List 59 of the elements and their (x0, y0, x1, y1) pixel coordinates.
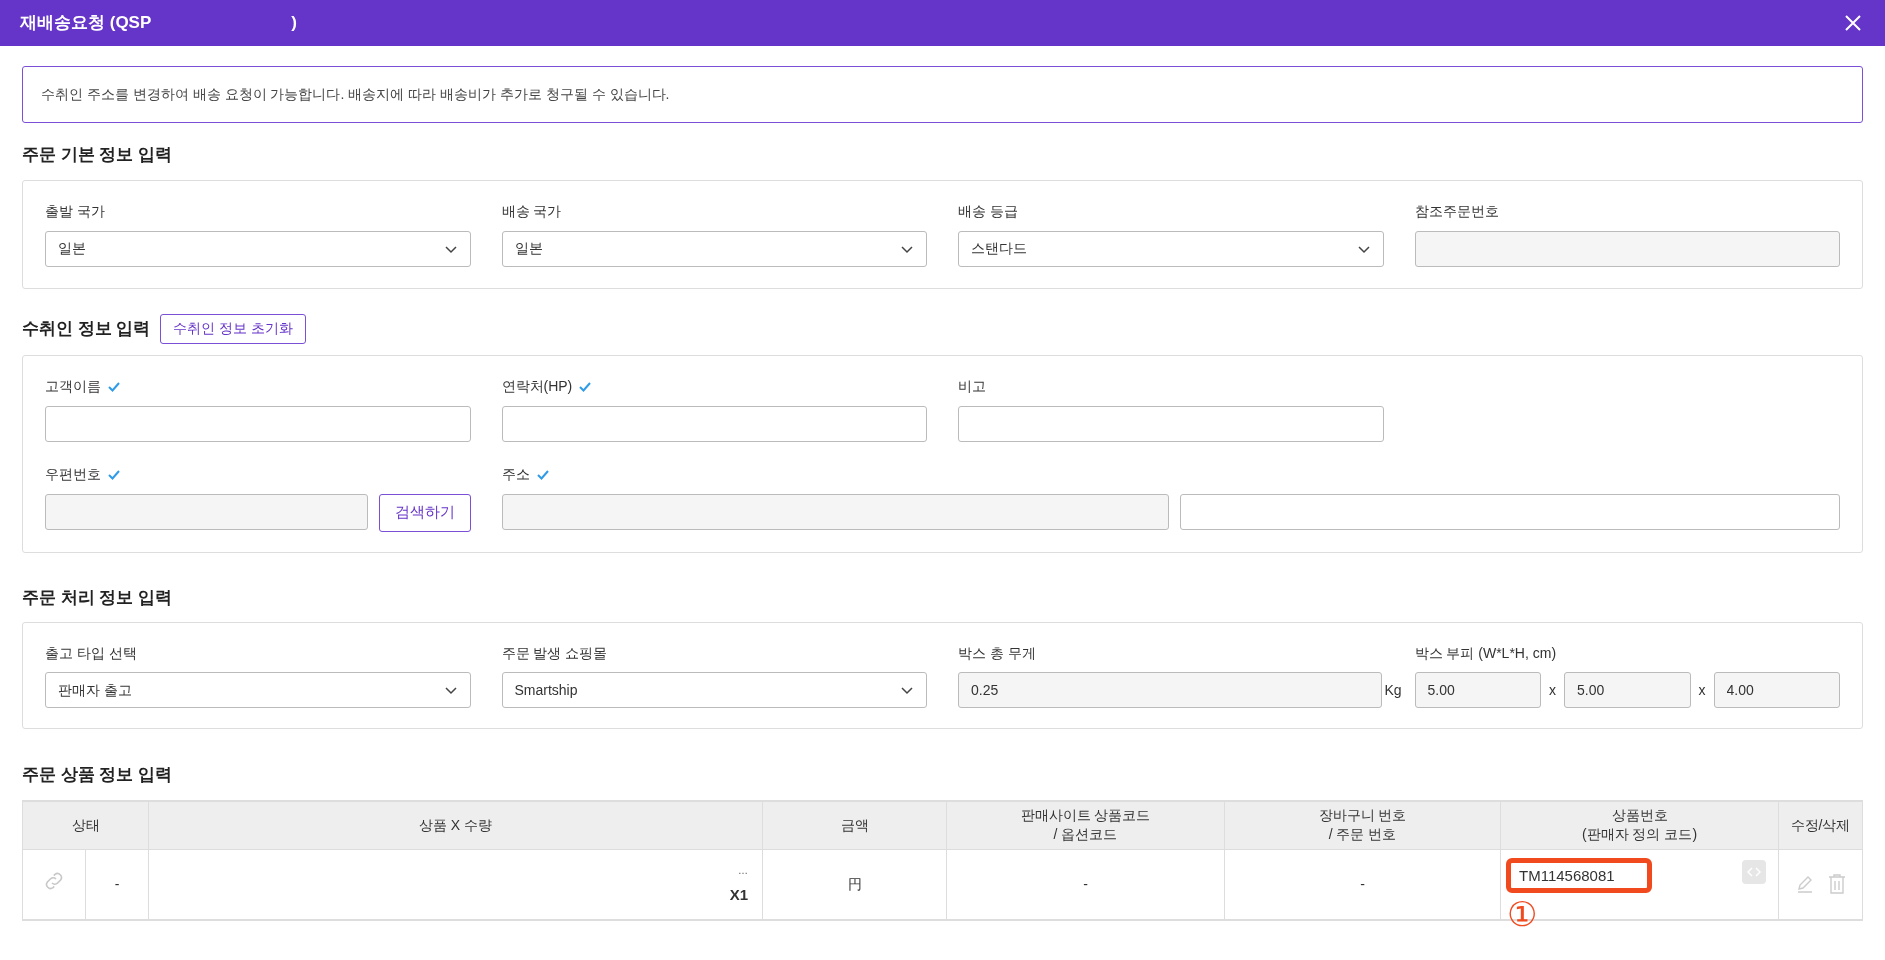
field-label: 배송 등급 (958, 202, 1018, 221)
field-label: 박스 부피 (W*L*H, cm) (1414, 643, 1557, 663)
input-field[interactable] (1179, 493, 1840, 530)
separator-text: x (1549, 680, 1556, 700)
input-field[interactable]: 5.00 (1564, 672, 1691, 708)
field-label: 박스 총 무게 (958, 643, 1036, 663)
quantity-text: X1 (729, 884, 748, 905)
section-title: 수취인 정보 입력 (22, 317, 151, 340)
annotation-marker: ① (1507, 894, 1537, 934)
table-cell-text: - (1083, 875, 1088, 892)
code-icon (1747, 865, 1761, 879)
product-name: … (738, 863, 748, 878)
field-label: 배송 국가 (501, 202, 562, 221)
input-field[interactable] (1414, 230, 1840, 267)
input-field[interactable] (958, 405, 1384, 442)
column-header: 장바구니 번호 / 주문 번호 (1224, 800, 1501, 850)
window-title: 재배송요청 (QSP (20, 12, 152, 35)
column-header: 상태 (22, 800, 149, 850)
unit-label: Kg (1384, 680, 1402, 700)
column-header: 금액 (762, 800, 947, 850)
field-label: 주문 발생 쇼핑몰 (501, 643, 608, 663)
dropdown[interactable]: 일본 (501, 230, 927, 267)
column-header: 상품 X 수량 (148, 800, 763, 850)
input-field[interactable]: 5.00 (1414, 672, 1541, 708)
dropdown[interactable]: Smartship (501, 672, 927, 708)
separator-text: x (1698, 680, 1706, 700)
field-label: 연락처(HP) (501, 377, 573, 396)
field-label: 주소 (501, 465, 530, 484)
section-title: 주문 상품 정보 입력 (22, 764, 174, 786)
column-header: 판매사이트 상품코드 / 옵션코드 (946, 800, 1225, 850)
delete-button[interactable] (1826, 873, 1847, 896)
dropdown[interactable]: 일본 (45, 230, 471, 267)
input-field[interactable] (45, 493, 368, 530)
status-text: - (114, 875, 120, 892)
dropdown[interactable]: 판매자 출고 (45, 672, 471, 708)
product-number-field[interactable]: TM114568081 (1506, 858, 1652, 893)
column-header: 상품번호 (판매자 정의 코드) (1500, 800, 1779, 850)
dropdown[interactable]: 스탠다드 (958, 230, 1384, 267)
field-label: 고객이름 (45, 377, 101, 396)
notice-message: 수취인 주소를 변경하여 배송 요청이 가능합니다. 배송지에 따라 배송비가 추가로 청구될 수 있습니다. (22, 66, 1863, 123)
code-button[interactable] (1742, 860, 1766, 884)
section-title: 주문 기본 정보 입력 (22, 144, 174, 166)
input-field[interactable]: 4.00 (1713, 672, 1840, 708)
field-label: 우편번호 (45, 465, 101, 484)
section-title: 주문 처리 정보 입력 (22, 586, 174, 609)
search-button[interactable]: 검색하기 (378, 493, 471, 532)
input-field[interactable] (501, 405, 927, 442)
table-cell-text: - (1360, 875, 1365, 892)
window-title: ) (291, 12, 297, 35)
field-label: 비고 (958, 377, 986, 396)
field-label: 출발 국가 (45, 202, 105, 221)
field-label: 참조주문번호 (1414, 202, 1499, 221)
field-label: 출고 타입 선택 (45, 643, 137, 663)
column-header: 수정/삭제 (1778, 800, 1863, 850)
price-text: 円 (847, 875, 862, 892)
input-field[interactable]: 0.25 (958, 672, 1383, 708)
input-field[interactable] (45, 405, 471, 442)
reset-button[interactable]: 수취인 정보 초기화 (160, 313, 307, 344)
input-field[interactable] (501, 493, 1169, 530)
